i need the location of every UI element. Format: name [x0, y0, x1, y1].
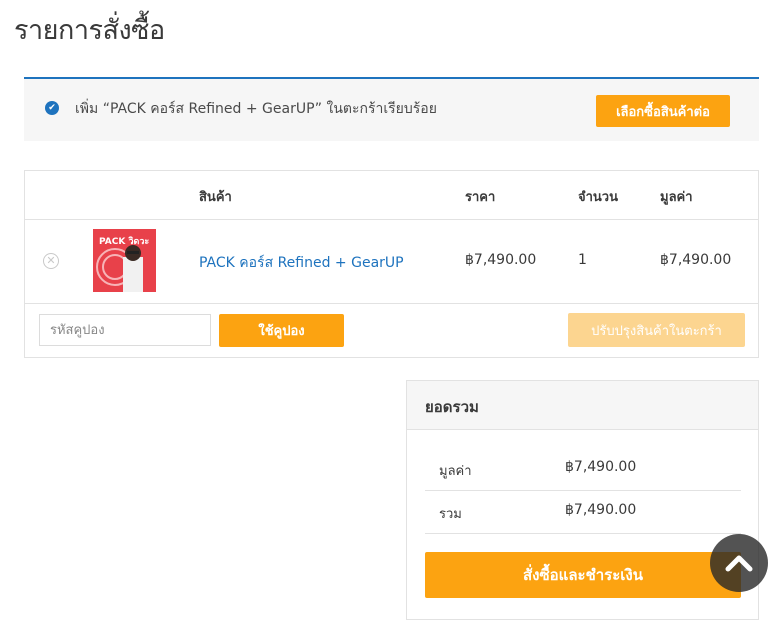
header-product: สินค้า — [199, 190, 232, 205]
cart-notice: ✔ เพิ่ม “PACK คอร์ส Refined + GearUP” ใน… — [24, 77, 759, 141]
remove-item-icon[interactable]: ✕ — [43, 253, 59, 269]
coupon-input[interactable] — [39, 314, 211, 346]
page-title: รายการสั่งซื้อ — [14, 15, 165, 46]
notice-message: เพิ่ม “PACK คอร์ส Refined + GearUP” ในตะ… — [75, 101, 437, 117]
subtotal-value: ฿7,490.00 — [565, 459, 637, 475]
check-circle-icon: ✔ — [45, 101, 59, 115]
totals-heading: ยอดรวม — [425, 398, 479, 416]
scroll-to-top-button[interactable] — [710, 534, 768, 592]
chevron-up-icon — [725, 555, 753, 572]
product-thumbnail[interactable]: PACK วิดวะ — [93, 229, 156, 292]
totals-total-row: รวม ฿7,490.00 — [425, 490, 741, 534]
subtotal-label: มูลค่า — [439, 464, 472, 479]
header-quantity: จำนวน — [578, 190, 618, 205]
table-row: ✕ PACK วิดวะ PACK คอร์ส Refined + GearUP… — [25, 220, 758, 304]
totals-subtotal-row: มูลค่า ฿7,490.00 — [425, 447, 741, 491]
header-price: ราคา — [465, 190, 496, 205]
totals-header: ยอดรวม — [407, 381, 758, 430]
thumb-label: PACK วิดวะ — [99, 237, 150, 247]
apply-coupon-button[interactable]: ใช้คูปอง — [219, 314, 344, 347]
cart-table: สินค้า ราคา จำนวน มูลค่า ✕ PACK วิดวะ PA… — [24, 170, 759, 358]
product-name[interactable]: PACK คอร์ส Refined + GearUP — [199, 252, 404, 274]
product-quantity[interactable]: 1 — [578, 252, 587, 268]
checkout-button[interactable]: สั่งซื้อและชำระเงิน — [425, 552, 741, 598]
update-cart-button[interactable]: ปรับปรุงสินค้าในตะกร้า — [568, 313, 745, 347]
continue-shopping-button[interactable]: เลือกซื้อสินค้าต่อ — [596, 95, 730, 127]
cart-table-header: สินค้า ราคา จำนวน มูลค่า — [25, 171, 758, 220]
product-subtotal: ฿7,490.00 — [660, 252, 732, 268]
total-value: ฿7,490.00 — [565, 502, 637, 518]
product-link[interactable]: PACK คอร์ส Refined + GearUP — [199, 255, 404, 271]
total-label: รวม — [439, 507, 462, 522]
cart-totals: ยอดรวม มูลค่า ฿7,490.00 รวม ฿7,490.00 สั… — [406, 380, 759, 620]
header-subtotal: มูลค่า — [660, 190, 693, 205]
product-price: ฿7,490.00 — [465, 252, 537, 268]
